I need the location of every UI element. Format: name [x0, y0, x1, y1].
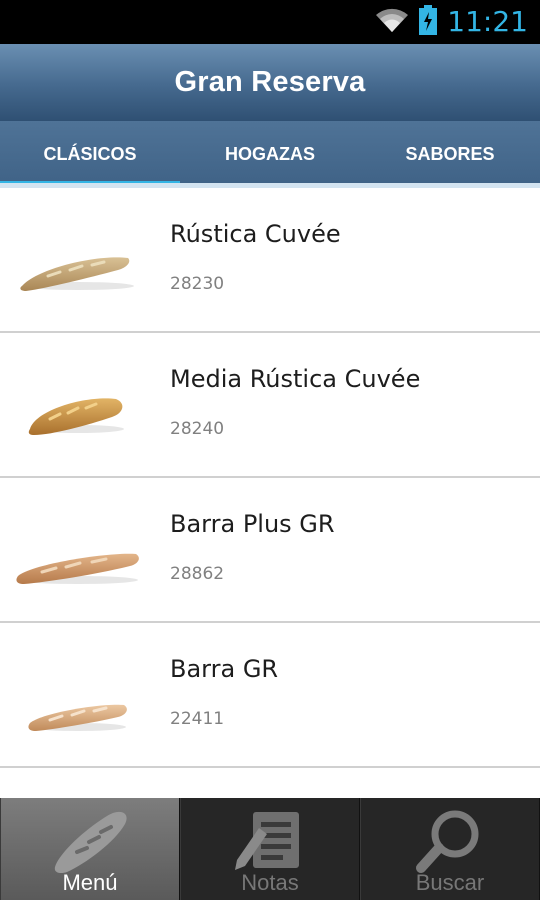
product-code: 28230 [170, 274, 225, 294]
tab-sabores[interactable]: SABORES [360, 121, 540, 188]
list-item[interactable]: Barra Plus GR 28862 [0, 478, 540, 623]
bottom-nav: Menú Notas Buscar [0, 798, 540, 900]
battery-charging-icon [419, 5, 438, 39]
bread-image [8, 488, 148, 611]
tab-bar: CLÁSICOS HOGAZAS SABORES [0, 121, 540, 188]
product-name: Barra GR [170, 655, 279, 683]
nav-label: Notas [241, 870, 299, 895]
page-title: Gran Reserva [174, 66, 366, 98]
tab-label: SABORES [405, 144, 495, 164]
list-item[interactable]: Rústica Cuvée 28230 [0, 188, 540, 333]
product-code: 28862 [170, 564, 225, 584]
product-name: Barra Plus GR [170, 510, 335, 538]
wifi-icon [375, 7, 409, 37]
product-code: 22411 [170, 709, 225, 729]
product-list[interactable]: Rústica Cuvée 28230 Media Rústica Cuvée … [0, 188, 540, 798]
list-item[interactable]: Media Rústica Cuvée 28240 [0, 333, 540, 478]
status-icons: 11:21 [375, 0, 528, 44]
bread-image [8, 198, 148, 321]
clock-time: 11:21 [447, 5, 528, 38]
tab-label: HOGAZAS [225, 144, 315, 164]
tab-label: CLÁSICOS [43, 144, 137, 164]
product-name: Media Rústica Cuvée [170, 365, 421, 393]
list-item[interactable]: Barra GR 22411 [0, 623, 540, 768]
bread-image [8, 633, 148, 756]
product-name: Rústica Cuvée [170, 220, 341, 248]
nav-menu-button[interactable]: Menú [0, 798, 180, 900]
nav-label: Buscar [415, 870, 485, 895]
app-bar: Gran Reserva [0, 44, 540, 121]
bread-image [8, 343, 148, 466]
nav-notes-button[interactable]: Notas [180, 798, 360, 900]
product-code: 28240 [170, 419, 225, 439]
status-bar: 11:21 [0, 0, 540, 44]
tab-hogazas[interactable]: HOGAZAS [180, 121, 360, 188]
tab-clasicos[interactable]: CLÁSICOS [0, 121, 180, 188]
nav-label: Menú [62, 870, 118, 895]
nav-search-button[interactable]: Buscar [360, 798, 540, 900]
